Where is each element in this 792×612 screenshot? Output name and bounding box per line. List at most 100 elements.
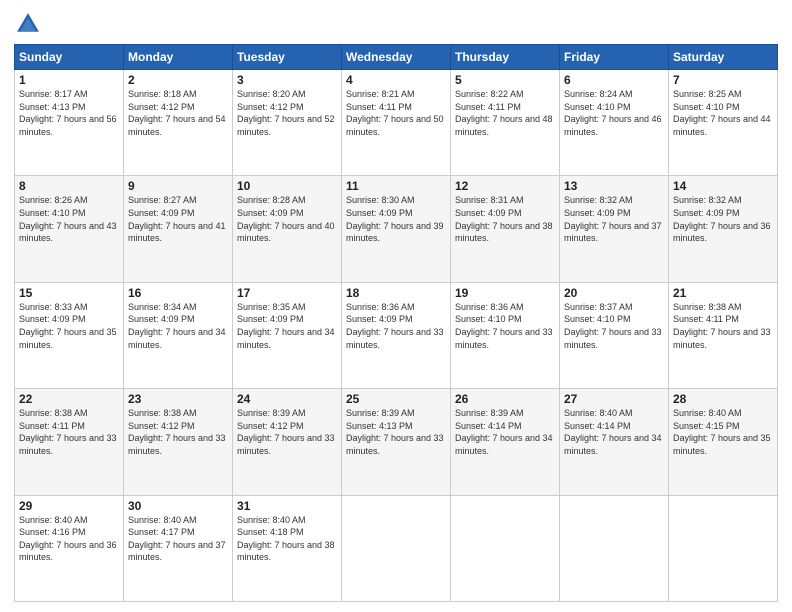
calendar-cell: 18Sunrise: 8:36 AMSunset: 4:09 PMDayligh… — [342, 282, 451, 388]
day-info: Sunrise: 8:22 AMSunset: 4:11 PMDaylight:… — [455, 88, 555, 138]
day-number: 12 — [455, 179, 555, 193]
day-number: 8 — [19, 179, 119, 193]
day-info: Sunrise: 8:28 AMSunset: 4:09 PMDaylight:… — [237, 194, 337, 244]
page: SundayMondayTuesdayWednesdayThursdayFrid… — [0, 0, 792, 612]
day-number: 24 — [237, 392, 337, 406]
logo-icon — [14, 10, 42, 38]
day-info: Sunrise: 8:38 AMSunset: 4:11 PMDaylight:… — [19, 407, 119, 457]
calendar-cell: 12Sunrise: 8:31 AMSunset: 4:09 PMDayligh… — [451, 176, 560, 282]
calendar-cell: 29Sunrise: 8:40 AMSunset: 4:16 PMDayligh… — [15, 495, 124, 601]
day-info: Sunrise: 8:20 AMSunset: 4:12 PMDaylight:… — [237, 88, 337, 138]
day-info: Sunrise: 8:32 AMSunset: 4:09 PMDaylight:… — [564, 194, 664, 244]
day-info: Sunrise: 8:40 AMSunset: 4:14 PMDaylight:… — [564, 407, 664, 457]
day-info: Sunrise: 8:27 AMSunset: 4:09 PMDaylight:… — [128, 194, 228, 244]
calendar-cell: 13Sunrise: 8:32 AMSunset: 4:09 PMDayligh… — [560, 176, 669, 282]
calendar-cell: 11Sunrise: 8:30 AMSunset: 4:09 PMDayligh… — [342, 176, 451, 282]
day-number: 16 — [128, 286, 228, 300]
header — [14, 10, 778, 38]
day-info: Sunrise: 8:36 AMSunset: 4:10 PMDaylight:… — [455, 301, 555, 351]
day-info: Sunrise: 8:35 AMSunset: 4:09 PMDaylight:… — [237, 301, 337, 351]
calendar-cell: 5Sunrise: 8:22 AMSunset: 4:11 PMDaylight… — [451, 70, 560, 176]
calendar-cell: 30Sunrise: 8:40 AMSunset: 4:17 PMDayligh… — [124, 495, 233, 601]
day-number: 4 — [346, 73, 446, 87]
calendar-cell: 7Sunrise: 8:25 AMSunset: 4:10 PMDaylight… — [669, 70, 778, 176]
day-info: Sunrise: 8:25 AMSunset: 4:10 PMDaylight:… — [673, 88, 773, 138]
day-info: Sunrise: 8:18 AMSunset: 4:12 PMDaylight:… — [128, 88, 228, 138]
day-number: 29 — [19, 499, 119, 513]
calendar-week-row: 8Sunrise: 8:26 AMSunset: 4:10 PMDaylight… — [15, 176, 778, 282]
calendar-cell: 6Sunrise: 8:24 AMSunset: 4:10 PMDaylight… — [560, 70, 669, 176]
day-number: 20 — [564, 286, 664, 300]
day-header-tuesday: Tuesday — [233, 45, 342, 70]
day-number: 17 — [237, 286, 337, 300]
calendar-week-row: 15Sunrise: 8:33 AMSunset: 4:09 PMDayligh… — [15, 282, 778, 388]
day-header-friday: Friday — [560, 45, 669, 70]
calendar-cell — [451, 495, 560, 601]
day-info: Sunrise: 8:32 AMSunset: 4:09 PMDaylight:… — [673, 194, 773, 244]
calendar-cell: 4Sunrise: 8:21 AMSunset: 4:11 PMDaylight… — [342, 70, 451, 176]
day-info: Sunrise: 8:40 AMSunset: 4:18 PMDaylight:… — [237, 514, 337, 564]
calendar-cell: 17Sunrise: 8:35 AMSunset: 4:09 PMDayligh… — [233, 282, 342, 388]
day-header-sunday: Sunday — [15, 45, 124, 70]
day-number: 25 — [346, 392, 446, 406]
calendar-cell: 8Sunrise: 8:26 AMSunset: 4:10 PMDaylight… — [15, 176, 124, 282]
calendar-cell — [669, 495, 778, 601]
day-header-monday: Monday — [124, 45, 233, 70]
day-header-saturday: Saturday — [669, 45, 778, 70]
calendar-table: SundayMondayTuesdayWednesdayThursdayFrid… — [14, 44, 778, 602]
day-number: 26 — [455, 392, 555, 406]
calendar-cell: 28Sunrise: 8:40 AMSunset: 4:15 PMDayligh… — [669, 389, 778, 495]
day-number: 1 — [19, 73, 119, 87]
day-number: 13 — [564, 179, 664, 193]
calendar-cell: 2Sunrise: 8:18 AMSunset: 4:12 PMDaylight… — [124, 70, 233, 176]
calendar-cell: 25Sunrise: 8:39 AMSunset: 4:13 PMDayligh… — [342, 389, 451, 495]
calendar-cell: 3Sunrise: 8:20 AMSunset: 4:12 PMDaylight… — [233, 70, 342, 176]
calendar-cell: 1Sunrise: 8:17 AMSunset: 4:13 PMDaylight… — [15, 70, 124, 176]
calendar-cell: 23Sunrise: 8:38 AMSunset: 4:12 PMDayligh… — [124, 389, 233, 495]
day-info: Sunrise: 8:31 AMSunset: 4:09 PMDaylight:… — [455, 194, 555, 244]
calendar-cell: 9Sunrise: 8:27 AMSunset: 4:09 PMDaylight… — [124, 176, 233, 282]
day-number: 30 — [128, 499, 228, 513]
day-number: 2 — [128, 73, 228, 87]
calendar-week-row: 29Sunrise: 8:40 AMSunset: 4:16 PMDayligh… — [15, 495, 778, 601]
day-number: 9 — [128, 179, 228, 193]
day-number: 27 — [564, 392, 664, 406]
day-info: Sunrise: 8:39 AMSunset: 4:14 PMDaylight:… — [455, 407, 555, 457]
day-info: Sunrise: 8:26 AMSunset: 4:10 PMDaylight:… — [19, 194, 119, 244]
calendar-cell: 14Sunrise: 8:32 AMSunset: 4:09 PMDayligh… — [669, 176, 778, 282]
day-info: Sunrise: 8:36 AMSunset: 4:09 PMDaylight:… — [346, 301, 446, 351]
calendar-week-row: 22Sunrise: 8:38 AMSunset: 4:11 PMDayligh… — [15, 389, 778, 495]
day-info: Sunrise: 8:30 AMSunset: 4:09 PMDaylight:… — [346, 194, 446, 244]
calendar-cell: 20Sunrise: 8:37 AMSunset: 4:10 PMDayligh… — [560, 282, 669, 388]
day-number: 14 — [673, 179, 773, 193]
day-number: 28 — [673, 392, 773, 406]
day-number: 5 — [455, 73, 555, 87]
day-number: 10 — [237, 179, 337, 193]
day-info: Sunrise: 8:17 AMSunset: 4:13 PMDaylight:… — [19, 88, 119, 138]
day-info: Sunrise: 8:40 AMSunset: 4:16 PMDaylight:… — [19, 514, 119, 564]
calendar-cell: 21Sunrise: 8:38 AMSunset: 4:11 PMDayligh… — [669, 282, 778, 388]
calendar-cell: 26Sunrise: 8:39 AMSunset: 4:14 PMDayligh… — [451, 389, 560, 495]
calendar-cell: 16Sunrise: 8:34 AMSunset: 4:09 PMDayligh… — [124, 282, 233, 388]
calendar-cell: 22Sunrise: 8:38 AMSunset: 4:11 PMDayligh… — [15, 389, 124, 495]
day-info: Sunrise: 8:34 AMSunset: 4:09 PMDaylight:… — [128, 301, 228, 351]
day-number: 21 — [673, 286, 773, 300]
calendar-cell: 10Sunrise: 8:28 AMSunset: 4:09 PMDayligh… — [233, 176, 342, 282]
day-number: 3 — [237, 73, 337, 87]
calendar-header-row: SundayMondayTuesdayWednesdayThursdayFrid… — [15, 45, 778, 70]
day-number: 18 — [346, 286, 446, 300]
day-info: Sunrise: 8:21 AMSunset: 4:11 PMDaylight:… — [346, 88, 446, 138]
day-number: 22 — [19, 392, 119, 406]
calendar-cell — [560, 495, 669, 601]
day-info: Sunrise: 8:40 AMSunset: 4:15 PMDaylight:… — [673, 407, 773, 457]
calendar-cell: 24Sunrise: 8:39 AMSunset: 4:12 PMDayligh… — [233, 389, 342, 495]
day-header-wednesday: Wednesday — [342, 45, 451, 70]
day-info: Sunrise: 8:39 AMSunset: 4:13 PMDaylight:… — [346, 407, 446, 457]
logo — [14, 10, 46, 38]
day-info: Sunrise: 8:37 AMSunset: 4:10 PMDaylight:… — [564, 301, 664, 351]
calendar-cell — [342, 495, 451, 601]
day-number: 7 — [673, 73, 773, 87]
day-number: 11 — [346, 179, 446, 193]
calendar-cell: 27Sunrise: 8:40 AMSunset: 4:14 PMDayligh… — [560, 389, 669, 495]
day-info: Sunrise: 8:40 AMSunset: 4:17 PMDaylight:… — [128, 514, 228, 564]
